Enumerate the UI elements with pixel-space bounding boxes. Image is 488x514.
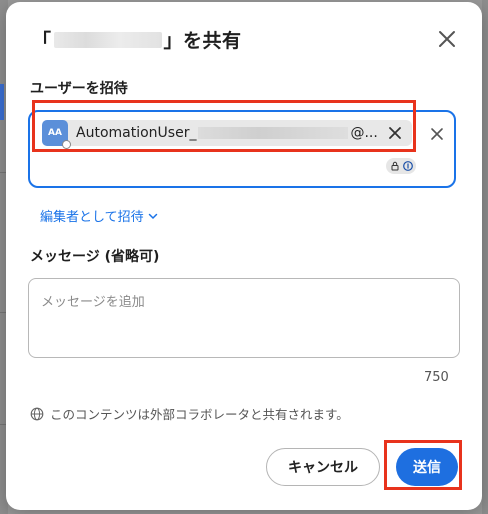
close-button[interactable] <box>434 26 460 52</box>
invite-label: ユーザーを招待 <box>30 81 128 97</box>
dialog-title: 「 」を共有 <box>32 26 242 53</box>
close-icon <box>439 31 455 47</box>
annotation-highlight-send-button <box>384 440 462 490</box>
role-dropdown-label: 編集者として招待 <box>40 210 144 225</box>
role-dropdown[interactable]: 編集者として招待 <box>40 206 158 225</box>
lock-icon <box>391 161 398 171</box>
redacted-item-name <box>53 31 162 48</box>
cancel-button[interactable]: キャンセル <box>266 448 380 486</box>
chevron-down-icon <box>148 213 157 219</box>
share-dialog: 「 」を共有 ユーザーを招待 AA AutomationUser_ @... 編… <box>6 2 482 510</box>
notice-text: このコンテンツは外部コラボレータと共有されます。 <box>50 407 349 422</box>
background-page-right <box>482 0 488 514</box>
close-icon <box>431 128 443 140</box>
title-prefix: 「 <box>32 30 52 52</box>
clear-invite-button[interactable] <box>430 126 444 140</box>
collaborator-restriction-indicator[interactable] <box>386 158 416 174</box>
annotation-highlight-user-chip <box>32 100 416 152</box>
message-input[interactable] <box>28 278 460 358</box>
message-label: メッセージ (省略可) <box>30 249 160 265</box>
title-suffix: 」を共有 <box>163 30 242 52</box>
external-share-notice: このコンテンツは外部コラボレータと共有されます。 <box>30 404 349 423</box>
info-icon <box>402 161 413 171</box>
globe-icon <box>30 407 44 420</box>
background-accent <box>0 84 4 120</box>
character-counter: 750 <box>424 370 449 385</box>
